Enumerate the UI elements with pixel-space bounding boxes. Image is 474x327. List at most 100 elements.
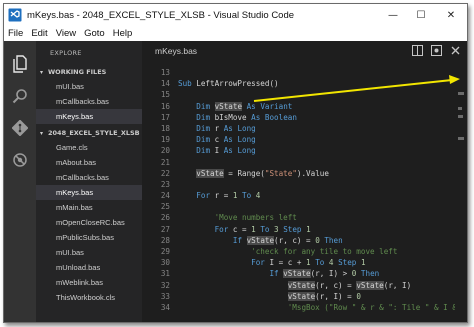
project-file-item[interactable]: mMain.bas <box>36 200 142 215</box>
code-line[interactable]: 25 <box>142 201 455 212</box>
working-files-section[interactable]: ▾ WORKING FILES <box>36 65 142 79</box>
code-line[interactable]: 17 Dim bIsMove As Boolean <box>142 112 455 123</box>
code-text[interactable]: For I = c + 1 To 4 Step 1 <box>178 257 365 268</box>
code-editor[interactable]: 13 14 Sub LeftArrowPressed() 15 16 Dim vStat… <box>142 67 466 322</box>
code-line[interactable]: 26 'Move numbers left <box>142 212 455 223</box>
line-number: 27 <box>160 224 170 234</box>
code-text[interactable]: 'check for any tile to move left <box>178 246 397 257</box>
project-file-item[interactable]: Game.cls <box>36 140 142 155</box>
search-icon[interactable] <box>4 81 36 111</box>
code-line[interactable]: 21 <box>142 157 455 168</box>
working-file-item-selected[interactable]: mKeys.bas <box>36 109 142 124</box>
code-line[interactable]: 31 If vState(r, I) > 0 Then <box>142 268 455 279</box>
debug-icon[interactable] <box>4 145 36 175</box>
line-number: 21 <box>160 157 170 167</box>
close-editor-icon[interactable] <box>450 45 461 58</box>
code-line[interactable]: 19 Dim c As Long <box>142 134 455 145</box>
line-number: 20 <box>160 146 170 156</box>
line-number: 22 <box>160 168 170 178</box>
line-number: 28 <box>160 235 170 245</box>
code-text[interactable]: If vState(r, c) = 0 Then <box>178 235 343 246</box>
vscode-window: mKeys.bas - 2048_EXCEL_STYLE_XLSB - Visu… <box>3 3 468 323</box>
menu-edit[interactable]: Edit <box>31 28 47 39</box>
code-text[interactable]: vState(r, c) = vState(r, I) <box>178 280 411 291</box>
line-number: 29 <box>160 247 170 256</box>
line-number: 24 <box>160 191 170 201</box>
line-number: 26 <box>160 213 170 223</box>
code-line[interactable]: 30 For I = c + 1 To 4 Step 1 <box>142 257 455 268</box>
maximize-icon[interactable]: ☐ <box>407 4 435 26</box>
editor-tab-bar: mKeys.bas <box>142 41 467 63</box>
code-line[interactable]: 22 vState = Range("State").Value <box>142 168 455 179</box>
working-file-item[interactable]: mUI.bas <box>36 79 142 94</box>
code-line[interactable]: 16 Dim vState As Variant <box>142 101 455 112</box>
code-line[interactable]: 24 For r = 1 To 4 <box>142 190 455 201</box>
open-preview-icon[interactable] <box>431 45 442 58</box>
code-line[interactable]: 32 vState(r, c) = vState(r, I) <box>142 280 455 291</box>
git-icon[interactable] <box>4 113 36 143</box>
line-number: 16 <box>160 101 170 111</box>
menu-view[interactable]: View <box>56 28 76 39</box>
window-title: mKeys.bas - 2048_EXCEL_STYLE_XLSB - Visu… <box>27 9 295 21</box>
line-number: 32 <box>160 280 170 290</box>
minimap[interactable] <box>455 67 467 322</box>
code-text[interactable]: Dim bIsMove As Boolean <box>178 112 297 123</box>
line-number: 14 <box>160 79 170 89</box>
vscode-app-icon <box>8 8 22 22</box>
code-text[interactable]: For c = 1 To 3 Step 1 <box>178 224 311 235</box>
line-number: 18 <box>160 123 170 133</box>
code-text[interactable]: vState = Range("State").Value <box>178 168 329 179</box>
activity-bar <box>4 41 36 322</box>
code-text[interactable]: Dim I As Long <box>178 145 255 156</box>
code-text[interactable]: Dim c As Long <box>178 134 255 145</box>
project-section[interactable]: ▾ 2048_EXCEL_STYLE_XLSB <box>36 126 142 140</box>
project-file-item[interactable]: mWeblink.bas <box>36 275 142 290</box>
code-text[interactable]: vState(r, I) = 0 <box>178 291 361 302</box>
project-file-item[interactable]: mUnload.bas <box>36 260 142 275</box>
code-line[interactable]: 20 Dim I As Long <box>142 145 455 156</box>
code-line[interactable]: 29 'check for any tile to move left <box>142 246 455 257</box>
code-line[interactable]: 14 Sub LeftArrowPressed() <box>142 78 455 89</box>
project-file-item[interactable]: mAbout.bas <box>36 155 142 170</box>
menu-file[interactable]: File <box>8 28 23 39</box>
line-number: 34 <box>160 302 170 312</box>
menu-help[interactable]: Help <box>113 28 133 39</box>
code-line[interactable]: 23 <box>142 179 455 190</box>
line-number: 31 <box>160 269 170 279</box>
collapse-triangle-icon: ▾ <box>40 69 44 76</box>
code-line[interactable]: 15 <box>142 89 455 100</box>
project-file-item[interactable]: ThisWorkbook.cls <box>36 290 142 305</box>
line-number: 13 <box>160 68 170 77</box>
line-number: 23 <box>160 179 170 189</box>
menu-goto[interactable]: Goto <box>84 28 105 39</box>
project-file-item[interactable]: mCallbacks.bas <box>36 170 142 185</box>
code-text[interactable]: 'Move numbers left <box>178 212 297 223</box>
code-line[interactable]: 27 For c = 1 To 3 Step 1 <box>142 224 455 235</box>
code-text[interactable]: For r = 1 To 4 <box>178 190 260 201</box>
code-line[interactable]: 34 'MsgBox ("Row " & r & ": Tile " & I &… <box>142 302 466 313</box>
split-editor-icon[interactable] <box>412 45 423 58</box>
code-text[interactable]: Dim vState As Variant <box>178 101 292 112</box>
code-text[interactable]: Sub LeftArrowPressed() <box>178 78 279 89</box>
project-file-item[interactable]: mOpenCloseRC.bas <box>36 215 142 230</box>
collapse-triangle-icon: ▾ <box>40 130 44 137</box>
code-text[interactable]: 'MsgBox ("Row " & r & ": Tile " & I & " <box>178 302 466 313</box>
working-file-item[interactable]: mCallbacks.bas <box>36 94 142 109</box>
menu-bar: File Edit View Goto Help <box>4 26 467 41</box>
project-file-item-selected[interactable]: mKeys.bas <box>36 185 142 200</box>
title-bar: mKeys.bas - 2048_EXCEL_STYLE_XLSB - Visu… <box>4 4 467 26</box>
line-number: 25 <box>160 202 170 212</box>
minimize-icon[interactable]: — <box>379 4 407 26</box>
close-icon[interactable]: ✕ <box>437 4 465 26</box>
code-text[interactable]: Dim r As Long <box>178 123 255 134</box>
code-line[interactable]: 33 vState(r, I) = 0 <box>142 291 455 302</box>
code-line[interactable]: 13 <box>142 67 455 78</box>
code-line[interactable]: 28 If vState(r, c) = 0 Then <box>142 235 455 246</box>
project-file-item[interactable]: mPublicSubs.bas <box>36 230 142 245</box>
editor-tab-title[interactable]: mKeys.bas <box>155 46 197 56</box>
files-icon[interactable] <box>4 49 36 79</box>
project-file-item[interactable]: mUI.bas <box>36 245 142 260</box>
line-number: 17 <box>160 112 170 122</box>
code-line[interactable]: 18 Dim r As Long <box>142 123 455 134</box>
code-text[interactable]: If vState(r, I) > 0 Then <box>178 268 379 279</box>
